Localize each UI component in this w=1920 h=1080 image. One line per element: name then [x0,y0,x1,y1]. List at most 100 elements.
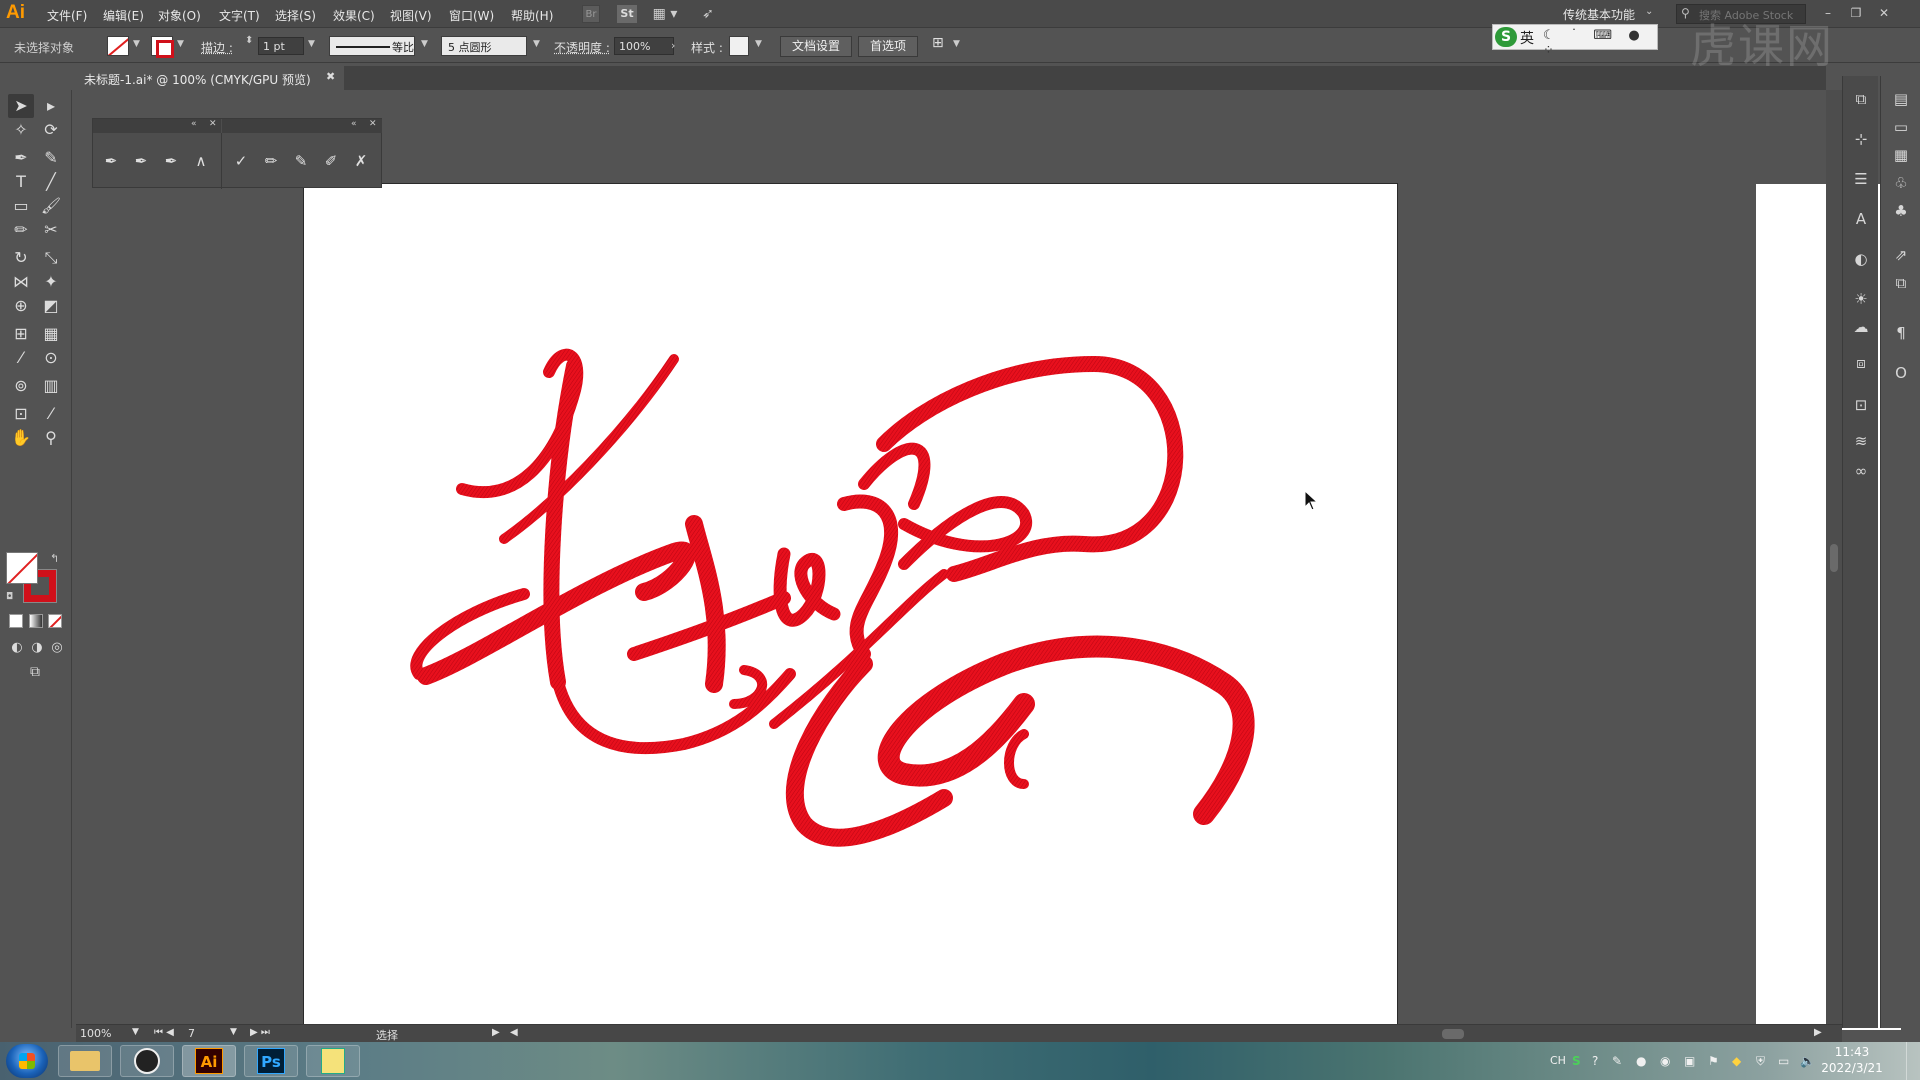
chevron-down-icon[interactable]: ▼ [133,39,140,49]
menu-window[interactable]: 窗口(W) [449,7,494,24]
draw-inside-icon[interactable]: ◎ [44,636,70,660]
close-button[interactable]: ✕ [1872,3,1896,23]
type-tool-icon[interactable]: T [8,170,34,194]
links-icon[interactable]: ∞ [1850,460,1872,482]
shield-tray-icon[interactable]: ⛨ [1756,1054,1765,1069]
blend-tool-icon[interactable]: ⊙ [38,346,64,370]
display-tray-icon[interactable]: ▭ [1778,1054,1789,1068]
pencil-tool-icon[interactable]: ✏ [8,218,34,242]
menu-edit[interactable]: 编辑(E) [103,7,144,24]
gpu-performance-icon[interactable]: ➶ [698,5,718,23]
scale-tool-icon[interactable]: ⤡ [38,246,64,270]
menu-type[interactable]: 文字(T) [219,7,260,24]
rectangle-tool-icon[interactable]: ▭ [8,194,34,218]
line-tool-icon[interactable]: ╱ [38,170,64,194]
convert-anchor-icon[interactable]: ∧ [189,149,213,173]
gradient-tool-icon[interactable]: ▦ [38,322,64,346]
flag-tray-icon[interactable]: ⚑ [1708,1054,1719,1068]
pen-tray-icon[interactable]: ✎ [1612,1054,1622,1068]
document-setup-button[interactable]: 文档设置 [780,36,852,57]
join-tool-icon[interactable]: ✗ [349,149,373,173]
pen-tool-icon[interactable]: ✒ [8,146,34,170]
fill-swatch[interactable] [107,36,129,56]
system-clock[interactable]: 11:43 2022/3/21 [1812,1044,1892,1076]
obs-icon[interactable] [120,1045,174,1077]
close-icon[interactable]: ✖ [326,70,335,83]
notepad-icon[interactable] [306,1045,360,1077]
arrange-icon[interactable]: ⊞ [932,35,944,51]
document-tab[interactable]: 未标题-1.ai* @ 100% (CMYK/GPU 预览) ✖ [76,66,344,90]
graphic-style-swatch[interactable] [729,36,749,56]
stroke-swatch[interactable] [151,36,174,58]
navigator-icon[interactable]: ▭ [1890,116,1912,138]
bridge-icon[interactable]: Br [582,5,600,23]
menu-effect[interactable]: 效果(C) [333,7,375,24]
variable-width-profile[interactable]: 等比 [329,36,415,56]
stock-search[interactable]: ⚲ [1676,4,1806,24]
file-explorer-icon[interactable] [58,1045,112,1077]
last-artboard-icon[interactable]: ▶ ⏭ [250,1027,270,1038]
asset-export-icon[interactable]: ⊡ [1850,394,1872,416]
preferences-button[interactable]: 首选项 [858,36,918,57]
shape-builder-icon[interactable]: ⊕ [8,294,34,318]
app-tray-icon[interactable]: ◉ [1660,1054,1670,1068]
photoshop-taskbar-icon[interactable]: Ps [244,1045,298,1077]
menu-file[interactable]: 文件(F) [47,7,87,24]
magic-wand-icon[interactable]: ✧ [8,118,34,142]
eyedropper-icon[interactable]: ⁄ [8,346,34,370]
chevron-down-icon[interactable]: ▼ [230,1027,237,1037]
lasso-icon[interactable]: ⟳ [38,118,64,142]
perspective-grid-icon[interactable]: ◩ [38,294,64,318]
swatches-icon[interactable]: ▦ [1890,144,1912,166]
tray-language[interactable]: CH [1550,1054,1566,1067]
default-colors-icon[interactable]: ◘ [6,592,13,602]
scissors-tool-icon[interactable]: ✂ [38,218,64,242]
add-anchor-icon[interactable]: ✒ [129,149,153,173]
delete-anchor-icon[interactable]: ✒ [159,149,183,173]
sogou-tray-icon[interactable]: S [1572,1054,1581,1068]
symbols-icon[interactable]: ♣ [1890,200,1912,222]
menu-view[interactable]: 视图(V) [390,7,432,24]
pen-tool-icon[interactable]: ✒ [99,149,123,173]
start-button[interactable] [6,1044,48,1078]
stroke-weight-input[interactable]: 1 pt [258,37,304,55]
transform-icon[interactable]: ⊹ [1850,128,1872,150]
chevron-down-icon[interactable]: ▼ [421,39,428,49]
close-icon[interactable]: ✕ [209,119,217,129]
symbol-sprayer-icon[interactable]: ⊚ [8,374,34,398]
export-icon[interactable]: ⇗ [1890,244,1912,266]
curvature-tool-icon[interactable]: ✎ [38,146,64,170]
scroll-right-icon[interactable]: ▶ [1814,1027,1822,1038]
smooth-tool-icon[interactable]: ✎ [289,149,313,173]
artboard-tool-icon[interactable]: ⊡ [8,402,34,426]
chevron-down-icon[interactable]: ▼ [132,1027,139,1037]
panel-header[interactable] [222,119,382,133]
screen-mode-icon[interactable]: ⧉ [22,660,48,684]
restore-button[interactable]: ❐ [1844,3,1868,23]
width-tool-icon[interactable]: ⋈ [8,270,34,294]
zoom-tool-icon[interactable]: ⚲ [38,426,64,450]
artboards-icon[interactable]: ⧉ [1890,272,1912,294]
sogou-logo[interactable]: S [1495,27,1517,47]
opentype-icon[interactable]: O [1890,362,1912,384]
layers-icon[interactable]: ≋ [1850,430,1872,452]
chevron-right-icon[interactable]: › [671,39,675,52]
hand-tool-icon[interactable]: ✋ [8,426,34,450]
color-guide-icon[interactable]: ◐ [1850,248,1872,270]
status-menu-icon[interactable]: ▶ [492,1027,500,1038]
illustrator-taskbar-icon[interactable]: Ai [182,1045,236,1077]
chevron-down-icon[interactable]: ▼ [755,39,762,49]
network-tray-icon[interactable]: ▣ [1684,1054,1695,1068]
stroke-label[interactable]: 描边 : [201,39,233,56]
selection-tool-icon[interactable]: ➤ [8,94,34,118]
menu-object[interactable]: 对象(O) [158,7,201,24]
vertical-scroll-thumb[interactable] [1830,544,1838,572]
artboard-number[interactable]: 7 [188,1027,195,1040]
opacity-input[interactable]: 100% [614,37,674,55]
chevron-down-icon[interactable]: ▼ [308,39,315,49]
rotate-tool-icon[interactable]: ↻ [8,246,34,270]
obs-tray-icon[interactable]: ● [1636,1054,1646,1068]
fill-stroke-widget[interactable]: ↰ ◘ [6,552,62,606]
chevron-down-icon[interactable]: ▼ [177,39,184,49]
collapse-icon[interactable]: « [191,119,197,129]
